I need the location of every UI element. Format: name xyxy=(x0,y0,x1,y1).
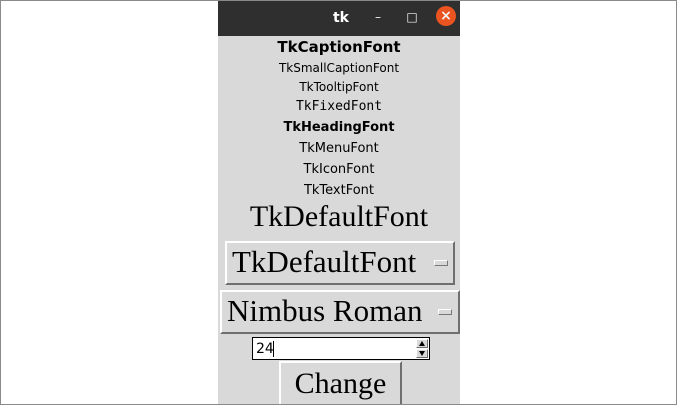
window-title: tk xyxy=(332,10,349,26)
minimize-icon[interactable]: – xyxy=(367,7,389,29)
maximize-icon[interactable]: □ xyxy=(401,7,423,29)
spinbox-arrows[interactable] xyxy=(416,339,428,358)
tk-heading-font-label: TkHeadingFont xyxy=(283,120,395,135)
change-button[interactable]: Change xyxy=(279,361,402,404)
close-icon[interactable]: × xyxy=(436,6,456,26)
tk-default-font-label: TkDefaultFont xyxy=(249,200,429,233)
font-family-option-menu[interactable]: Nimbus Roman xyxy=(220,290,460,334)
tk-caption-font-label: TkCaptionFont xyxy=(277,38,401,56)
font-option-value: TkDefaultFont xyxy=(232,244,417,279)
option-indicator-icon xyxy=(434,260,448,266)
tk-text-font-label: TkTextFont xyxy=(303,183,375,198)
text-cursor xyxy=(273,341,274,357)
option-indicator-icon xyxy=(438,309,452,315)
screenshot-frame: tk – □ × TkCaptionFont TkSmallCaptionFon… xyxy=(0,0,677,405)
tk-tooltip-font-label: TkTooltipFont xyxy=(299,80,379,94)
spin-down-arrow-icon[interactable] xyxy=(416,349,428,358)
font-option-menu[interactable]: TkDefaultFont xyxy=(225,241,455,285)
font-size-spinbox[interactable] xyxy=(252,337,430,360)
font-family-value: Nimbus Roman xyxy=(227,293,423,328)
tk-small-caption-font-label: TkSmallCaptionFont xyxy=(278,61,400,75)
tk-menu-font-label: TkMenuFont xyxy=(299,141,379,156)
tk-window: tk – □ × TkCaptionFont TkSmallCaptionFon… xyxy=(218,1,460,404)
spin-up-arrow-icon[interactable] xyxy=(416,339,428,348)
font-size-input[interactable] xyxy=(256,340,406,358)
tk-fixed-font-label: TkFixedFont xyxy=(295,99,383,114)
window-titlebar[interactable]: tk – □ × xyxy=(218,1,460,36)
tk-icon-font-label: TkIconFont xyxy=(303,162,375,177)
